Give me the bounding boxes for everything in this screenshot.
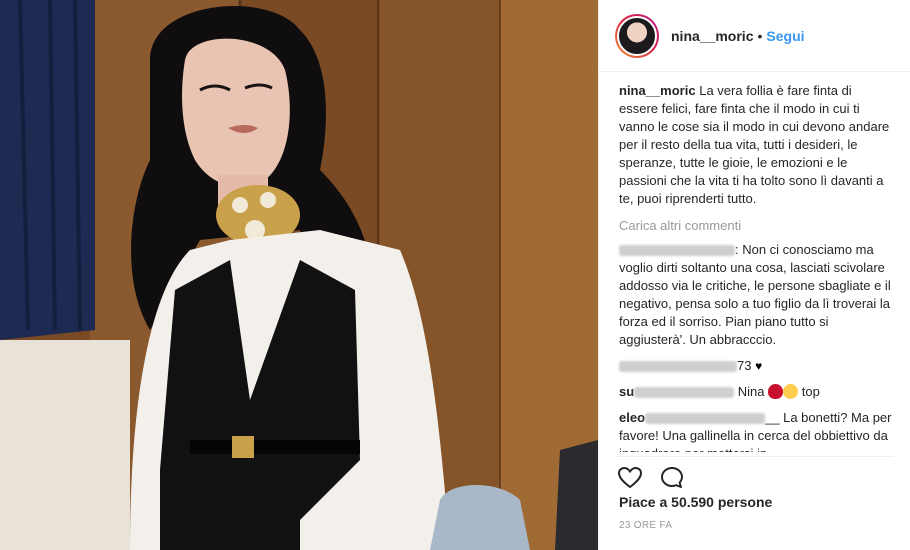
comment-text: Nina [734, 384, 765, 399]
blurred-username[interactable] [645, 413, 766, 425]
comments-list[interactable]: nina__moric La vera follia è fare finta … [599, 80, 910, 452]
lips-emoji-icon [768, 384, 784, 399]
post-actions [615, 456, 894, 492]
comment-suffix: top [801, 384, 820, 399]
comment-bubble-icon[interactable] [657, 463, 687, 493]
list-item: 73 ♥ [619, 357, 892, 375]
header-separator: • [757, 27, 763, 44]
blurred-username[interactable] [634, 387, 735, 399]
post-photo[interactable] [0, 0, 598, 550]
avatar[interactable] [615, 13, 659, 58]
heart-outline-icon[interactable] [615, 463, 645, 493]
post-image [0, 0, 598, 550]
caption: nina__moric La vera follia è fare finta … [619, 82, 892, 208]
list-item: eleo __ La bonetti? Ma per favore! Una ga… [619, 409, 892, 452]
caption-text: La vera follia è fare finta di essere fe… [619, 83, 890, 206]
load-more-comments-button[interactable]: Carica altri commenti [619, 218, 892, 233]
comment-text: 73 [737, 358, 752, 373]
list-item: : Non ci conosciamo ma voglio dirti solt… [619, 241, 892, 349]
post-timestamp[interactable]: 23 ORE FA [619, 520, 672, 531]
heart-emoji-icon: ♥ [755, 359, 763, 373]
avatar-image [617, 15, 657, 56]
blurred-username[interactable] [619, 361, 737, 373]
list-item: su Nina top [619, 383, 892, 401]
header-username[interactable]: nina__moric [671, 28, 753, 44]
post-side-panel: nina__moric • Segui nina__moric La vera … [598, 0, 910, 550]
comment-username-prefix[interactable]: su [619, 384, 634, 399]
caption-username[interactable]: nina__moric [619, 83, 696, 98]
comment-text: : Non ci conosciamo ma voglio dirti solt… [619, 242, 891, 347]
blurred-username[interactable] [619, 245, 735, 257]
comment-username-prefix[interactable]: eleo [619, 410, 645, 425]
smile-emoji-icon [783, 384, 799, 399]
likes-count[interactable]: Piace a 50.590 persone [619, 494, 772, 510]
follow-button[interactable]: Segui [766, 28, 804, 44]
post-header: nina__moric • Segui [599, 0, 910, 72]
